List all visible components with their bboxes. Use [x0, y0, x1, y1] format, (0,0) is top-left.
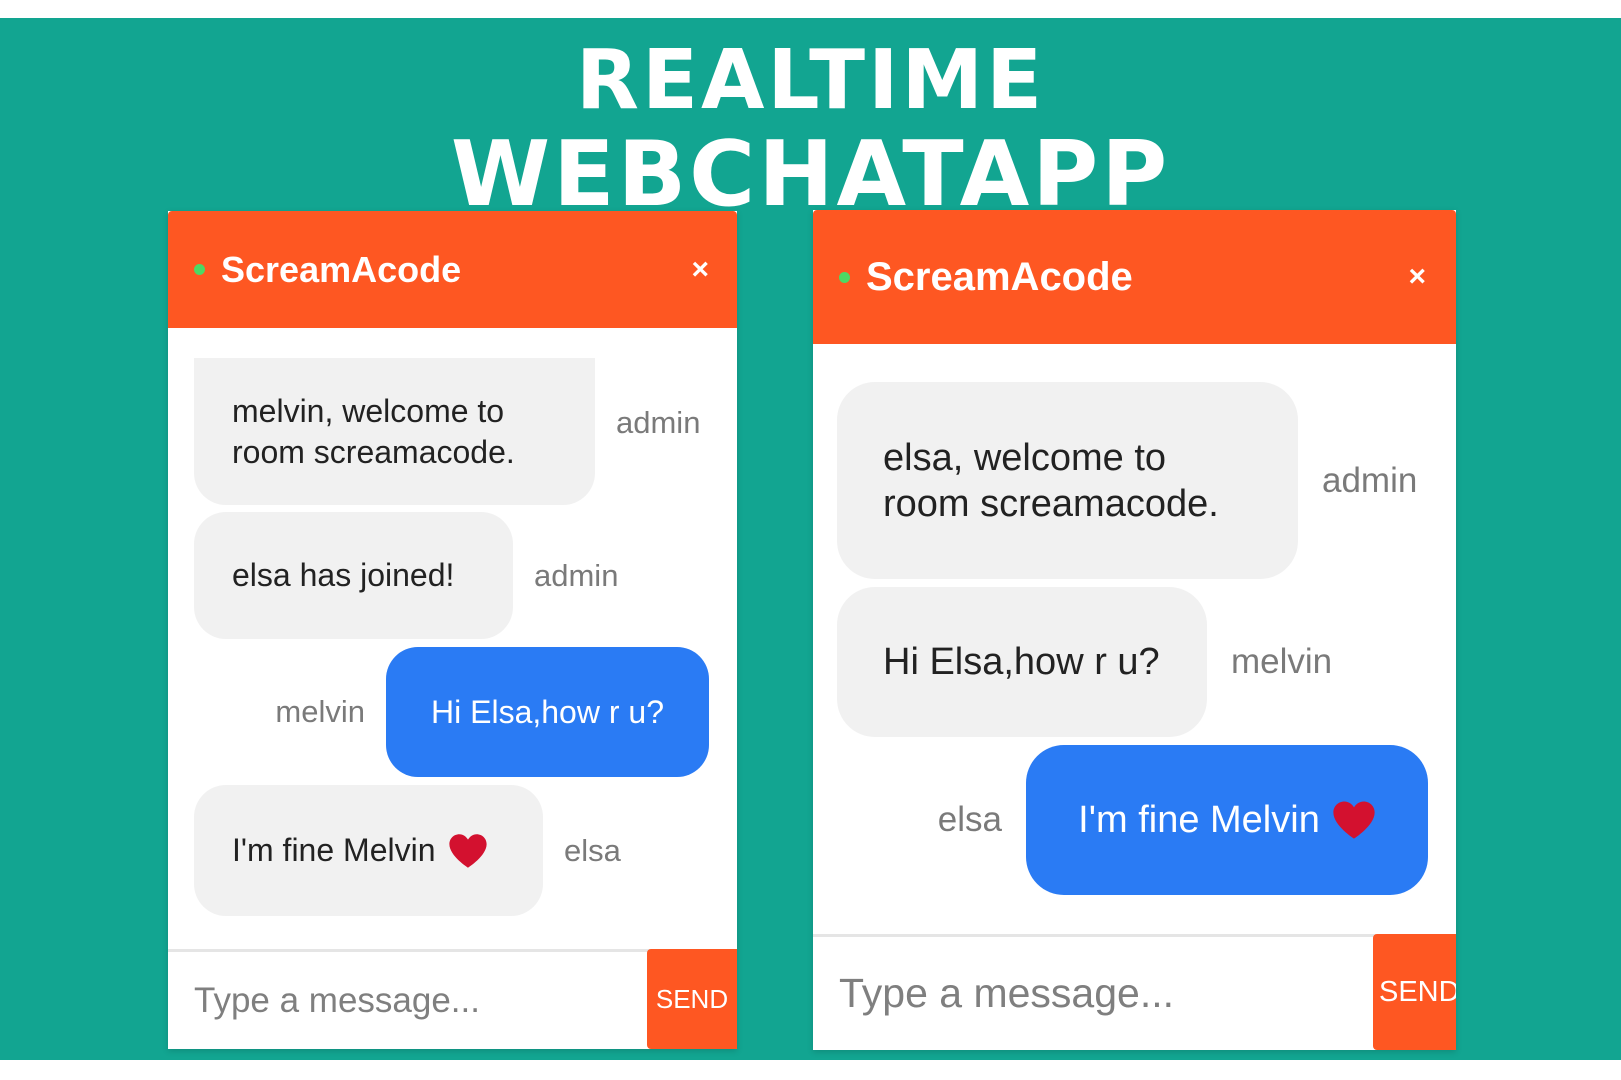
- message-bubble: elsa has joined!: [194, 512, 513, 639]
- chat-header: ScreamAcode ×: [168, 211, 737, 328]
- send-button[interactable]: SEND: [647, 949, 737, 1049]
- message-sender: admin: [616, 404, 701, 440]
- message-composer: SEND: [813, 934, 1456, 1050]
- chat-window-melvin: ScreamAcode × melvin, welcome to room sc…: [168, 211, 737, 1049]
- message-text: Hi Elsa,how r u?: [431, 693, 664, 730]
- message-bubble-own: I'm fine Melvin: [1026, 745, 1428, 895]
- heart-icon: [1333, 801, 1375, 839]
- close-icon[interactable]: ×: [1408, 262, 1426, 292]
- online-status-icon: [194, 264, 205, 275]
- message-text: Hi Elsa,how r u?: [883, 641, 1160, 683]
- message-bubble: Hi Elsa,how r u?: [837, 587, 1207, 737]
- message-row: melvin Hi Elsa,how r u?: [275, 647, 709, 777]
- message-bubble: I'm fine Melvin: [194, 785, 543, 916]
- message-sender: elsa: [564, 832, 621, 868]
- message-text: I'm fine Melvin: [1078, 799, 1320, 841]
- message-composer: SEND: [168, 949, 737, 1049]
- heart-icon: [448, 833, 487, 868]
- chat-window-elsa: ScreamAcode × elsa, welcome to room scre…: [813, 210, 1456, 1050]
- headline-line-1: REALTIME: [575, 33, 1046, 128]
- message-row: elsa has joined! admin: [194, 512, 618, 639]
- message-sender: admin: [534, 557, 619, 593]
- room-name: ScreamAcode: [866, 254, 1133, 299]
- message-text: melvin, welcome to room screamacode.: [232, 392, 515, 470]
- chat-header: ScreamAcode ×: [813, 210, 1456, 344]
- message-row: I'm fine Melvin elsa: [194, 785, 621, 916]
- message-input[interactable]: [168, 952, 647, 1049]
- promo-banner: REALTIME WEBCHATAPP ScreamAcode × melvin…: [0, 18, 1621, 1060]
- message-row: elsa, welcome to room screamacode. admin: [837, 382, 1417, 579]
- message-bubble: elsa, welcome to room screamacode.: [837, 382, 1298, 579]
- message-sender: melvin: [275, 694, 365, 729]
- message-row: elsa I'm fine Melvin: [938, 745, 1428, 895]
- close-icon[interactable]: ×: [691, 254, 709, 285]
- message-text: elsa has joined!: [232, 557, 455, 593]
- online-status-icon: [839, 271, 850, 283]
- message-text: elsa, welcome to room screamacode.: [883, 436, 1219, 525]
- headline-line-2: WEBCHATAPP: [450, 122, 1171, 227]
- message-text: I'm fine Melvin: [232, 832, 436, 868]
- message-row: Hi Elsa,how r u? melvin: [837, 587, 1332, 737]
- message-sender: elsa: [937, 800, 1002, 839]
- room-name: ScreamAcode: [221, 248, 462, 290]
- message-row: melvin, welcome to room screamacode. adm…: [194, 358, 700, 505]
- message-sender: melvin: [1231, 642, 1333, 681]
- send-button[interactable]: SEND: [1373, 934, 1456, 1050]
- message-input[interactable]: [813, 937, 1373, 1050]
- message-sender: admin: [1322, 460, 1418, 500]
- message-bubble: melvin, welcome to room screamacode.: [194, 358, 595, 505]
- message-bubble-own: Hi Elsa,how r u?: [386, 647, 709, 777]
